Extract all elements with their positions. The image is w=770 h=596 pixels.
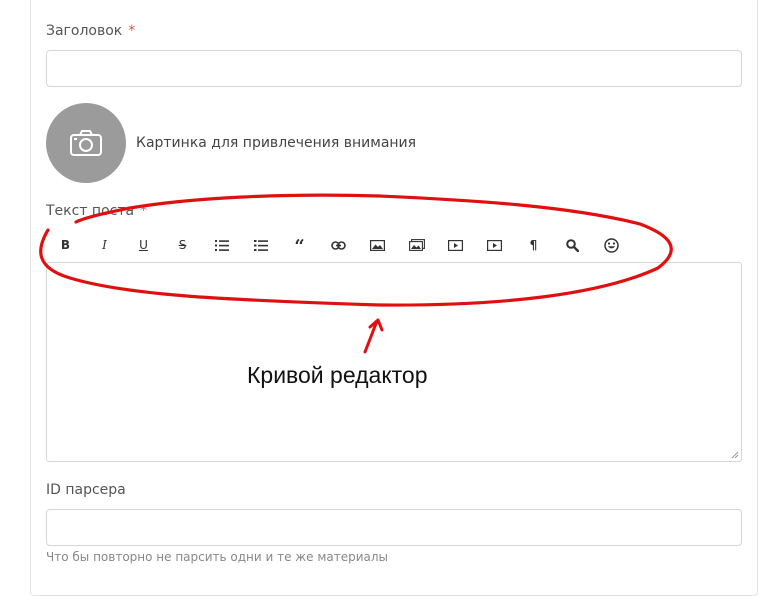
bold-button[interactable]: B xyxy=(46,232,85,258)
parser-label: ID парсера xyxy=(46,482,126,498)
image-icon xyxy=(370,239,385,251)
required-mark: * xyxy=(140,203,148,219)
annotation-text: Кривой редактор xyxy=(247,362,428,388)
link-icon xyxy=(331,240,346,250)
title-label-text: Заголовок xyxy=(46,23,123,39)
editor-toolbar: B I U S “ ¶ xyxy=(46,232,631,258)
gallery-icon xyxy=(408,239,425,251)
camera-icon xyxy=(70,130,102,156)
strikethrough-button[interactable]: S xyxy=(163,232,202,258)
text-label-text: Текст поста xyxy=(46,203,135,219)
italic-icon: I xyxy=(102,238,107,252)
image-label: Картинка для привлечения внимания xyxy=(136,135,417,151)
gallery-button[interactable] xyxy=(397,232,436,258)
quote-icon: “ xyxy=(294,236,305,257)
smiley-icon xyxy=(604,237,619,253)
parser-id-input[interactable] xyxy=(46,509,742,546)
bold-icon: B xyxy=(60,238,71,252)
parser-help-text: Что бы повторно не парсить одни и те же … xyxy=(46,550,389,564)
ordered-list-button[interactable] xyxy=(241,232,280,258)
title-label: Заголовок * xyxy=(46,23,135,39)
numbered-list-icon xyxy=(253,239,268,251)
search-icon xyxy=(566,238,579,252)
underline-icon: U xyxy=(139,238,148,252)
embed-button[interactable] xyxy=(475,232,514,258)
quote-button[interactable]: “ xyxy=(280,232,319,258)
bullet-list-icon xyxy=(214,239,229,251)
image-upload-button[interactable] xyxy=(46,103,126,183)
paragraph-icon: ¶ xyxy=(529,238,538,252)
resize-handle-icon[interactable] xyxy=(729,449,739,459)
video-icon xyxy=(487,239,502,251)
video-button[interactable] xyxy=(436,232,475,258)
required-mark: * xyxy=(128,23,136,39)
italic-button[interactable]: I xyxy=(85,232,124,258)
emoji-button[interactable] xyxy=(592,232,631,258)
underline-button[interactable]: U xyxy=(124,232,163,258)
strikethrough-icon: S xyxy=(178,238,187,252)
link-button[interactable] xyxy=(319,232,358,258)
search-button[interactable] xyxy=(553,232,592,258)
unordered-list-button[interactable] xyxy=(202,232,241,258)
title-input[interactable] xyxy=(46,50,742,87)
image-button[interactable] xyxy=(358,232,397,258)
video-icon xyxy=(448,239,463,251)
text-label: Текст поста * xyxy=(46,203,147,219)
paragraph-button[interactable]: ¶ xyxy=(514,232,553,258)
